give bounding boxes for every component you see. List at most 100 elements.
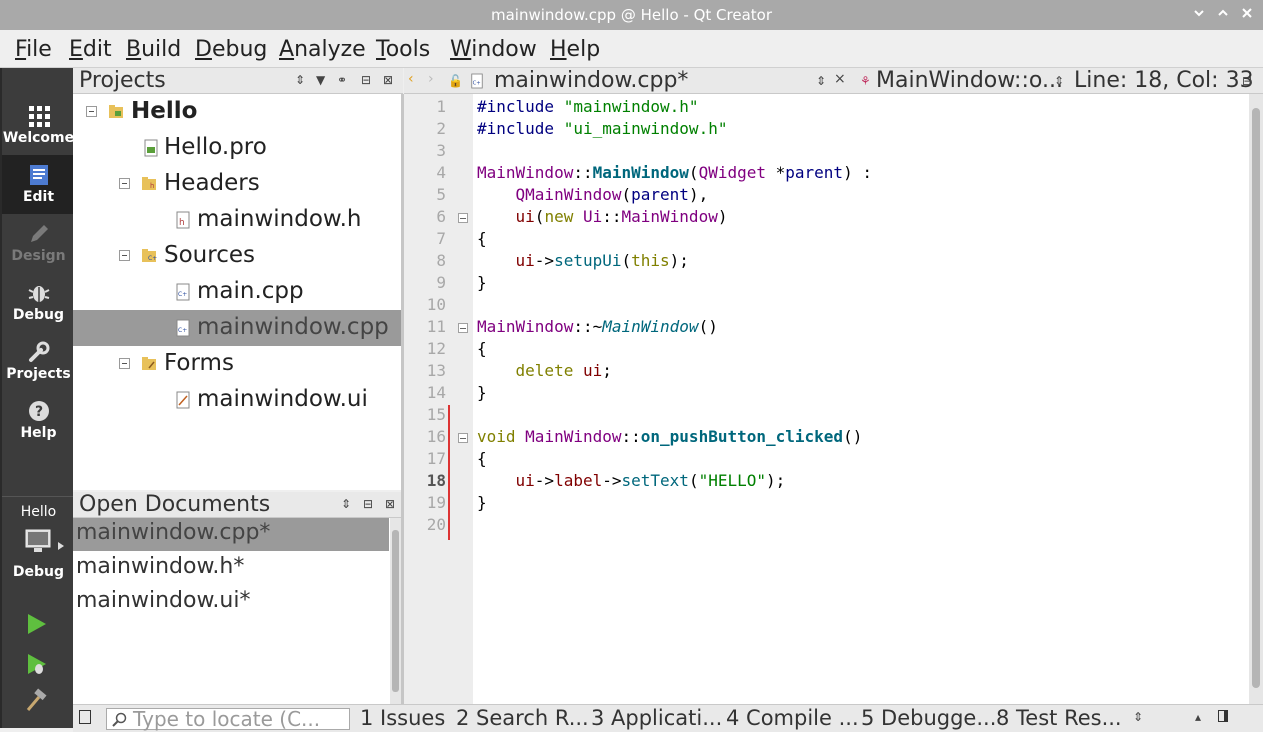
build-button[interactable] [24, 688, 52, 716]
kit-selector[interactable]: Debug [2, 524, 73, 584]
toggle-output-pane-icon[interactable] [1218, 710, 1228, 722]
cursor-position[interactable]: Line: 18, Col: 33 [1074, 68, 1254, 93]
tree-item-forms[interactable]: Forms [73, 346, 403, 382]
close-document-icon[interactable]: × [834, 71, 846, 87]
tree-item-hello-pro[interactable]: Hello.pro [73, 130, 403, 166]
output-tab-search-results[interactable]: 2 Search R... [456, 706, 589, 730]
mode-help[interactable]: ? Help [2, 391, 75, 450]
fold-marker[interactable] [458, 323, 468, 333]
document-icon [29, 165, 48, 185]
link-icon[interactable]: ⚭ [337, 73, 347, 87]
menu-edit[interactable]: Edit [69, 37, 112, 62]
updown-arrow-icon[interactable]: ⇕ [1133, 710, 1143, 724]
maximize-button[interactable] [1214, 5, 1232, 25]
run-button[interactable] [24, 612, 52, 640]
code-line[interactable]: #include "ui_mainwindow.h" [477, 119, 727, 141]
symbol-combo[interactable]: MainWindow::o... [876, 68, 1063, 93]
output-tab-test-results[interactable]: 8 Test Res... [996, 706, 1122, 730]
filter-icon[interactable]: ▼ [316, 73, 325, 87]
code-line[interactable]: void MainWindow::on_pushButton_clicked() [477, 427, 862, 449]
menu-tools[interactable]: Tools [376, 37, 430, 62]
code-line[interactable]: ui->setupUi(this); [477, 251, 689, 273]
editor-scrollbar[interactable] [1249, 94, 1263, 704]
updown-arrow-icon[interactable]: ⇕ [341, 497, 351, 511]
mode-projects[interactable]: Projects [2, 332, 75, 391]
menu-help[interactable]: Help [550, 37, 600, 62]
code-line[interactable]: { [477, 229, 487, 251]
back-arrow-icon[interactable]: ‹ [408, 71, 414, 87]
mode-debug[interactable]: Debug [2, 273, 75, 332]
tree-item-mainwindow-ui[interactable]: mainwindow.ui [73, 382, 403, 418]
fold-marker[interactable] [458, 213, 468, 223]
projects-pane-title[interactable]: Projects [79, 68, 166, 93]
open-doc-item[interactable]: mainwindow.h* [73, 552, 389, 585]
tree-item-mainwindow-cpp[interactable]: C+ mainwindow.cpp [73, 310, 403, 346]
menu-debug[interactable]: Debug [195, 37, 267, 62]
menu-file[interactable]: File [15, 37, 52, 62]
code-line[interactable]: ui(new Ui::MainWindow) [477, 207, 728, 229]
code-line[interactable]: } [477, 493, 487, 515]
fold-marker[interactable] [458, 433, 468, 443]
locator-input[interactable]: Type to locate (C... [106, 707, 350, 731]
collapse-toggle[interactable] [86, 106, 97, 117]
code-line[interactable]: } [477, 383, 487, 405]
close-pane-icon[interactable]: ⊠ [383, 73, 393, 87]
split-icon[interactable]: ⊟ [361, 73, 371, 87]
wrench-icon [28, 341, 49, 362]
output-tab-compile-output[interactable]: 4 Compile ... [726, 706, 859, 730]
updown-arrow-icon[interactable]: ⇕ [1054, 74, 1064, 88]
output-tab-debugger-console[interactable]: 5 Debugge... [861, 706, 996, 730]
collapse-toggle[interactable] [119, 178, 130, 189]
play-bug-icon [28, 654, 46, 674]
tree-item-mainwindow-h[interactable]: h mainwindow.h [73, 202, 403, 238]
tree-item-hello[interactable]: Hello [73, 94, 403, 130]
updown-arrow-icon[interactable]: ⇕ [816, 74, 826, 88]
collapse-toggle[interactable] [119, 250, 130, 261]
line-number: 13 [426, 361, 446, 380]
code-line[interactable]: MainWindow::MainWindow(QWidget *parent) … [477, 163, 872, 185]
status-bar: Type to locate (C... 1 Issues 2 Search R… [73, 704, 1263, 732]
forward-arrow-icon[interactable]: › [428, 71, 434, 87]
code-line[interactable]: delete ui; [477, 361, 612, 383]
minimize-button[interactable] [1190, 5, 1208, 25]
mode-welcome[interactable]: Welcome [2, 96, 75, 155]
split-icon[interactable]: ⊟ [363, 497, 373, 511]
tree-item-sources[interactable]: C+ Sources [73, 238, 403, 274]
code-line[interactable]: MainWindow::~MainWindow() [477, 317, 718, 339]
open-documents-header: Open Documents ⇕ ⊟ ⊠ [73, 492, 401, 518]
close-window-button[interactable] [1238, 5, 1256, 25]
open-documents-scrollbar[interactable] [390, 518, 401, 704]
scrollbar-thumb[interactable] [1252, 108, 1260, 688]
mode-design[interactable]: Design [2, 214, 75, 273]
open-doc-item[interactable]: mainwindow.cpp* [73, 518, 389, 551]
locator-placeholder: Type to locate (C... [133, 707, 321, 731]
menu-window[interactable]: Window [450, 37, 537, 62]
current-file-combo[interactable]: mainwindow.cpp* [494, 68, 688, 93]
close-pane-icon[interactable]: ⊠ [385, 497, 395, 511]
tree-item-headers[interactable]: h Headers [73, 166, 403, 202]
code-line[interactable]: } [477, 273, 487, 295]
tree-item-main-cpp[interactable]: C+ main.cpp [73, 274, 403, 310]
line-number: 3 [436, 141, 446, 160]
chevron-up-icon[interactable]: ▴ [1195, 710, 1201, 724]
output-tab-application-output[interactable]: 3 Applicati... [591, 706, 722, 730]
mode-edit[interactable]: Edit [2, 155, 75, 214]
collapse-toggle[interactable] [119, 358, 130, 369]
symbol-icon: ⚘ [860, 74, 871, 88]
toggle-sidebar-icon[interactable] [79, 710, 91, 724]
scrollbar-thumb[interactable] [392, 530, 399, 692]
open-documents-title[interactable]: Open Documents [79, 492, 270, 517]
code-line[interactable]: QMainWindow(parent), [477, 185, 709, 207]
updown-arrow-icon[interactable]: ⇕ [295, 73, 305, 87]
code-line[interactable]: { [477, 449, 487, 471]
menu-analyze[interactable]: Analyze [279, 37, 366, 62]
chevron-down-icon [1194, 10, 1204, 17]
debug-run-button[interactable] [24, 652, 52, 680]
menu-build[interactable]: Build [126, 37, 181, 62]
output-tab-issues[interactable]: 1 Issues [360, 706, 445, 730]
code-line[interactable]: #include "mainwindow.h" [477, 97, 699, 119]
code-line[interactable]: { [477, 339, 487, 361]
split-icon[interactable]: ⊟ [1242, 74, 1252, 88]
code-line[interactable]: ui->label->setText("HELLO"); [477, 471, 786, 493]
open-doc-item[interactable]: mainwindow.ui* [73, 586, 389, 619]
